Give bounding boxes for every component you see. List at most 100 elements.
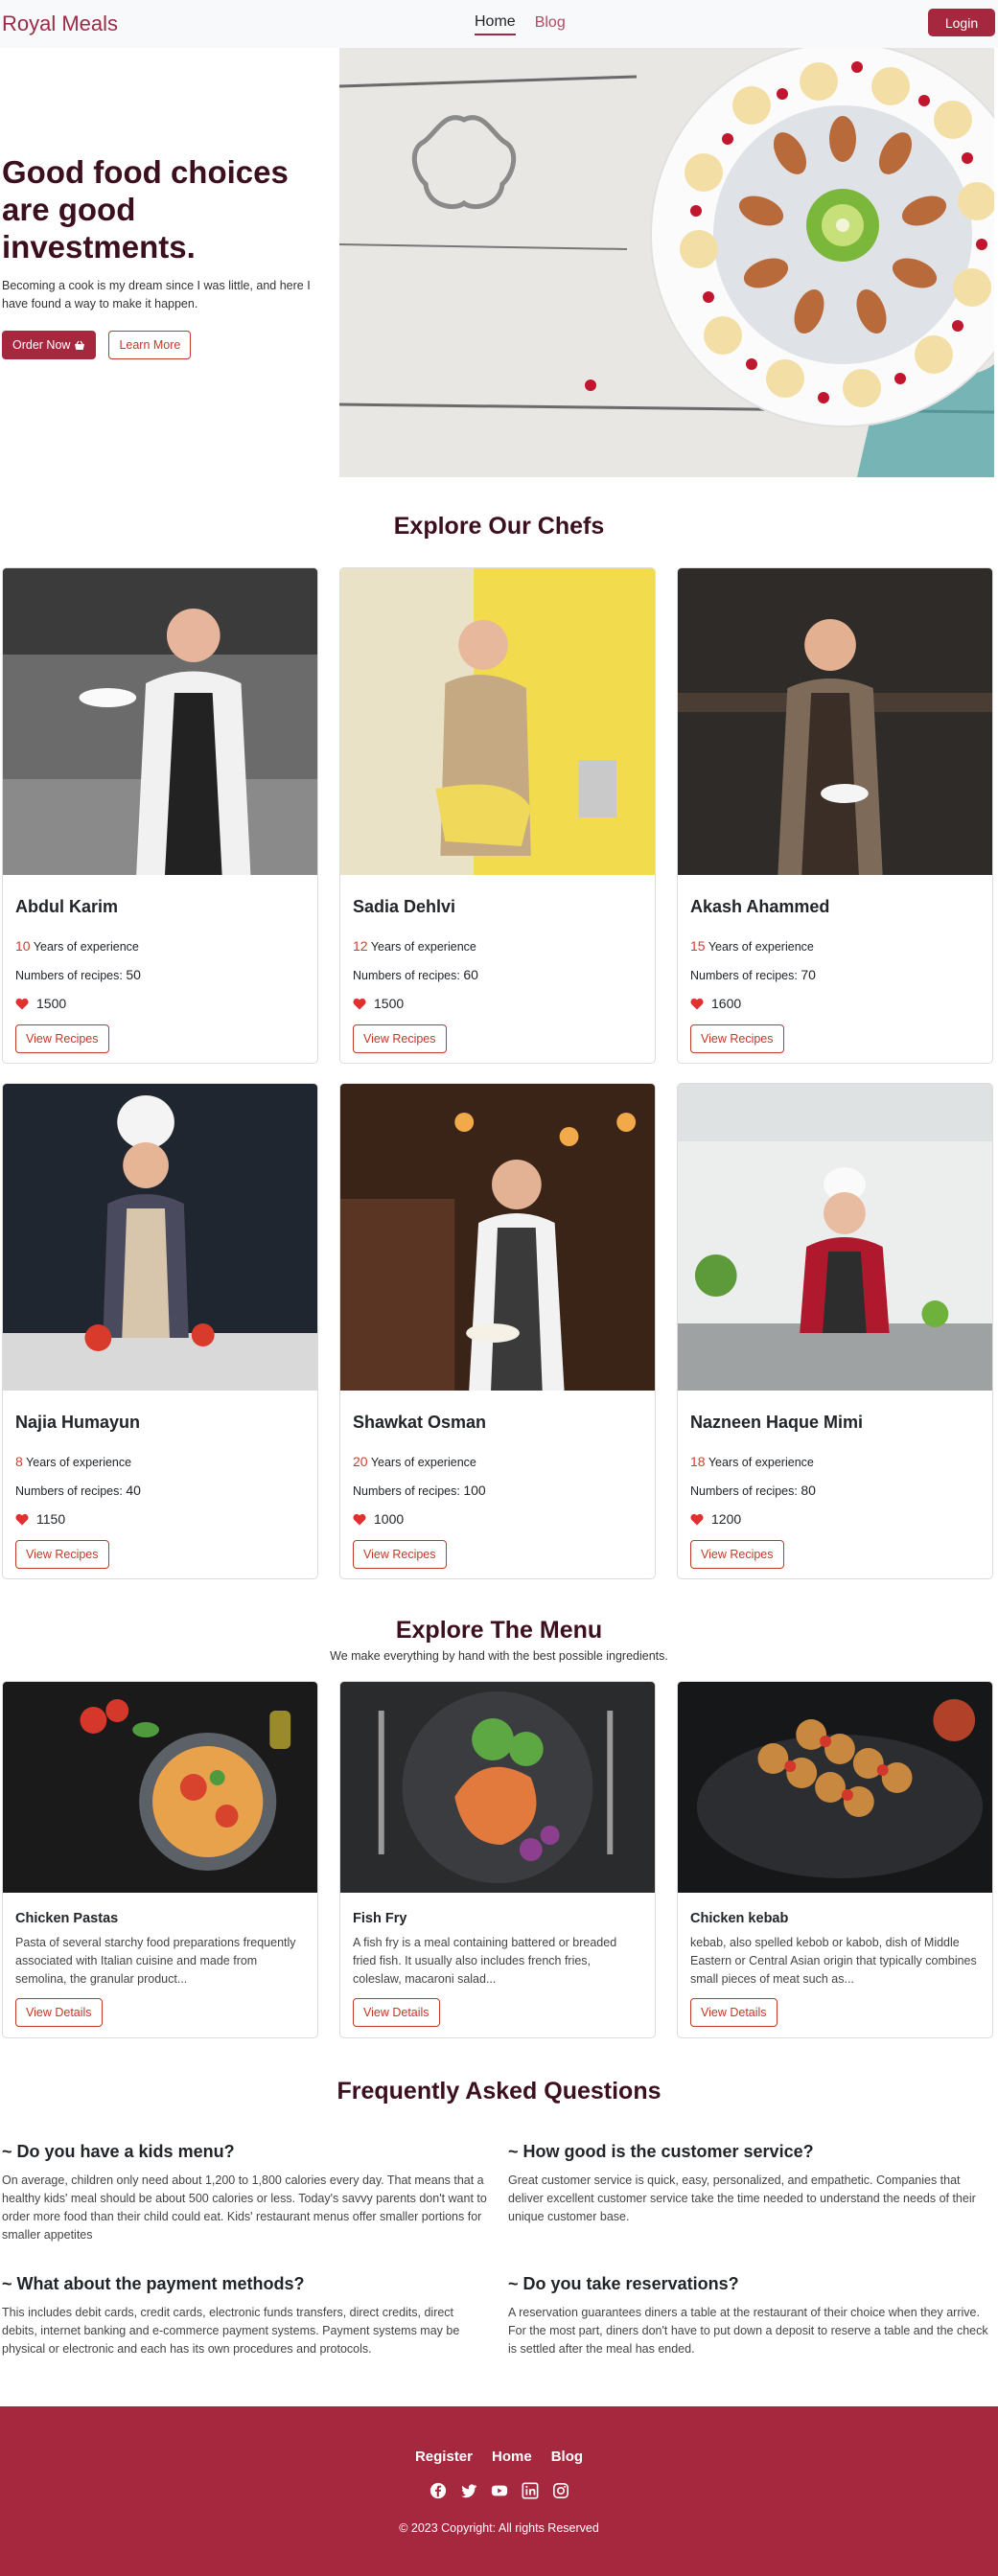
youtube-icon[interactable] xyxy=(491,2482,508,2499)
recipes-label: Numbers of recipes: xyxy=(690,969,798,982)
menu-photo xyxy=(340,1682,655,1893)
nav-links: Home Blog xyxy=(475,0,566,48)
chef-card: Shawkat Osman 20 Years of experience Num… xyxy=(339,1083,656,1579)
footer-link-home[interactable]: Home xyxy=(492,2449,532,2465)
chef-experience: 8 Years of experience xyxy=(15,1454,305,1469)
faq-item: ~ How good is the customer service? Grea… xyxy=(508,2142,997,2226)
login-button[interactable]: Login xyxy=(928,9,995,36)
facebook-icon[interactable] xyxy=(429,2482,447,2499)
chef-likes: 1150 xyxy=(15,1511,305,1527)
hero-title: Good food choices are good investments. xyxy=(2,154,289,264)
chef-recipes: Numbers of recipes: 80 xyxy=(690,1483,980,1498)
learn-more-button[interactable]: Learn More xyxy=(108,331,192,359)
chef-likes: 1500 xyxy=(353,996,642,1011)
nav-link-blog[interactable]: Blog xyxy=(535,14,566,34)
chef-name: Najia Humayun xyxy=(15,1413,141,1432)
twitter-icon[interactable] xyxy=(460,2482,477,2499)
faq-answer: On average, children only need about 1,2… xyxy=(2,2174,487,2242)
likes-count: 1500 xyxy=(36,996,67,1011)
heart-icon xyxy=(15,998,29,1009)
chef-recipes: Numbers of recipes: 60 xyxy=(353,967,642,982)
linkedin-icon[interactable] xyxy=(522,2482,539,2499)
heart-icon xyxy=(690,1513,704,1525)
footer-link-register[interactable]: Register xyxy=(415,2449,473,2465)
footer-links: Register Home Blog xyxy=(0,2449,998,2465)
view-recipes-button[interactable]: View Recipes xyxy=(353,1024,447,1053)
chef-photo xyxy=(678,568,992,875)
menu-body: Fish Fry A fish fry is a meal containing… xyxy=(340,1911,655,2027)
experience-label: Years of experience xyxy=(33,940,139,954)
footer-copyright: © 2023 Copyright: All rights Reserved xyxy=(399,2521,599,2535)
view-recipes-button[interactable]: View Recipes xyxy=(690,1024,784,1053)
footer-link-blog[interactable]: Blog xyxy=(551,2449,583,2465)
chef-recipes: Numbers of recipes: 100 xyxy=(353,1483,642,1498)
menu-card: Fish Fry A fish fry is a meal containing… xyxy=(339,1681,656,2038)
order-now-button[interactable]: Order Now xyxy=(2,331,97,359)
hero-food-image xyxy=(339,48,994,477)
chef-body: Abdul Karim 10 Years of experience Numbe… xyxy=(3,897,317,1053)
likes-count: 1150 xyxy=(36,1511,66,1527)
recipes-count: 50 xyxy=(126,967,141,982)
chef-likes: 1500 xyxy=(15,996,305,1011)
hero-subtitle: Becoming a cook is my dream since I was … xyxy=(2,279,311,310)
experience-label: Years of experience xyxy=(370,940,476,954)
chef-name: Akash Ahammed xyxy=(690,897,830,916)
recipes-label: Numbers of recipes: xyxy=(690,1484,798,1498)
experience-years: 10 xyxy=(15,938,31,954)
chef-name: Sadia Dehlvi xyxy=(353,897,456,916)
chef-photo xyxy=(340,1084,655,1391)
menu-item-name: Chicken Pastas xyxy=(15,1911,119,1926)
faq-question: ~ What about the payment methods? xyxy=(2,2274,305,2293)
nav-link-home[interactable]: Home xyxy=(475,13,516,35)
chef-likes: 1600 xyxy=(690,996,980,1011)
chef-experience: 15 Years of experience xyxy=(690,938,980,954)
experience-label: Years of experience xyxy=(26,1456,132,1469)
menu-card: Chicken kebab kebab, also spelled kebob … xyxy=(677,1681,993,2038)
view-details-button[interactable]: View Details xyxy=(690,1998,778,2027)
chef-photo xyxy=(678,1084,992,1391)
recipes-label: Numbers of recipes: xyxy=(15,969,123,982)
menu-item-name: Fish Fry xyxy=(353,1911,407,1926)
heart-icon xyxy=(353,998,366,1009)
likes-count: 1600 xyxy=(711,996,742,1011)
chef-experience: 20 Years of experience xyxy=(353,1454,642,1469)
hero-section: Good food choices are good investments. … xyxy=(0,48,998,477)
faq-answer: Great customer service is quick, easy, p… xyxy=(508,2174,976,2223)
heart-icon xyxy=(353,1513,366,1525)
view-details-button[interactable]: View Details xyxy=(15,1998,103,2027)
chef-photo xyxy=(340,568,655,875)
chef-name: Abdul Karim xyxy=(15,897,119,916)
brand-logo[interactable]: Royal Meals xyxy=(2,12,118,36)
experience-label: Years of experience xyxy=(708,1456,814,1469)
order-now-label: Order Now xyxy=(12,338,71,352)
view-details-button[interactable]: View Details xyxy=(353,1998,440,2027)
likes-count: 1200 xyxy=(711,1511,742,1527)
menu-item-description: A fish fry is a meal containing battered… xyxy=(353,1936,617,1986)
menu-body: Chicken kebab kebab, also spelled kebob … xyxy=(678,1911,992,2027)
instagram-icon[interactable] xyxy=(552,2482,569,2499)
hero-buttons: Order Now Learn More xyxy=(2,331,318,359)
view-recipes-button[interactable]: View Recipes xyxy=(353,1540,447,1569)
menu-body: Chicken Pastas Pasta of several starchy … xyxy=(3,1911,317,2027)
faq-item: ~ Do you take reservations? A reservatio… xyxy=(508,2274,997,2358)
view-recipes-button[interactable]: View Recipes xyxy=(690,1540,784,1569)
view-recipes-button[interactable]: View Recipes xyxy=(15,1540,109,1569)
menu-section-subtitle: We make everything by hand with the best… xyxy=(330,1649,668,1663)
recipes-label: Numbers of recipes: xyxy=(353,969,460,982)
experience-years: 15 xyxy=(690,938,706,954)
faq-question: ~ How good is the customer service? xyxy=(508,2142,814,2161)
chef-card: Nazneen Haque Mimi 18 Years of experienc… xyxy=(677,1083,993,1579)
heart-icon xyxy=(690,998,704,1009)
menu-photo xyxy=(3,1682,317,1893)
basket-icon xyxy=(75,340,85,350)
chef-card: Akash Ahammed 15 Years of experience Num… xyxy=(677,567,993,1064)
faq-answer: A reservation guarantees diners a table … xyxy=(508,2306,988,2356)
faq-answer: This includes debit cards, credit cards,… xyxy=(2,2306,460,2356)
menu-section-title: Explore The Menu xyxy=(395,1617,603,1644)
heart-icon xyxy=(15,1513,29,1525)
view-recipes-button[interactable]: View Recipes xyxy=(15,1024,109,1053)
likes-count: 1500 xyxy=(374,996,405,1011)
chef-body: Nazneen Haque Mimi 18 Years of experienc… xyxy=(678,1413,992,1569)
faq-item: ~ What about the payment methods? This i… xyxy=(2,2274,491,2358)
chef-name: Nazneen Haque Mimi xyxy=(690,1413,864,1432)
